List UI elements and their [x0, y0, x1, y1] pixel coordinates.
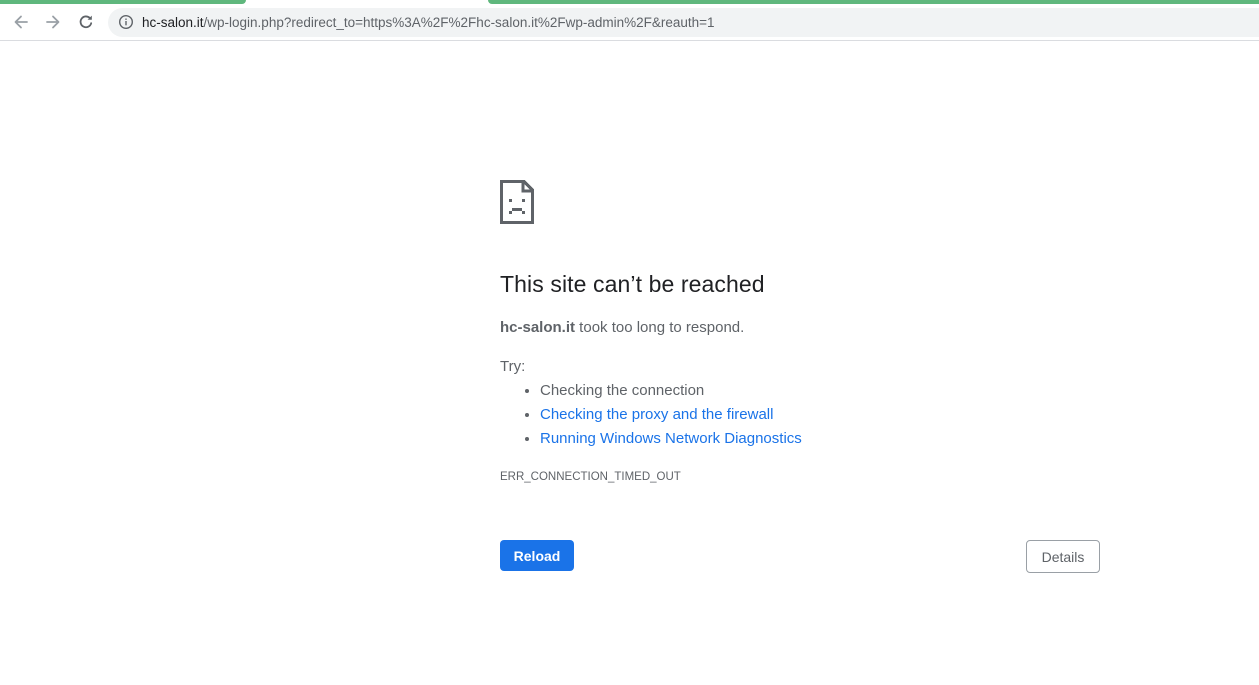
- url-path: /wp-login.php?redirect_to=https%3A%2F%2F…: [203, 15, 715, 30]
- info-icon[interactable]: [118, 14, 134, 30]
- reload-icon: [79, 15, 93, 29]
- url-host: hc-salon.it: [142, 15, 204, 30]
- address-bar[interactable]: hc-salon.it/wp-login.php?redirect_to=htt…: [108, 8, 1259, 37]
- back-button[interactable]: [8, 9, 34, 35]
- error-message: took too long to respond.: [575, 319, 745, 336]
- suggestion-check-connection: Checking the connection: [540, 382, 802, 406]
- url-text[interactable]: hc-salon.it/wp-login.php?redirect_to=htt…: [142, 14, 715, 31]
- reload-page-button[interactable]: [73, 9, 99, 35]
- suggestion-network-diagnostics-link[interactable]: Running Windows Network Diagnostics: [540, 430, 802, 454]
- browser-toolbar: hc-salon.it/wp-login.php?redirect_to=htt…: [0, 4, 1259, 41]
- forward-button[interactable]: [40, 9, 66, 35]
- sad-document-icon: [500, 180, 534, 224]
- error-host: hc-salon.it: [500, 319, 576, 336]
- try-label: Try:: [500, 358, 526, 375]
- arrow-left-icon: [14, 15, 28, 29]
- details-button[interactable]: Details: [1026, 540, 1100, 573]
- arrow-right-icon: [46, 15, 60, 29]
- error-code: ERR_CONNECTION_TIMED_OUT: [500, 471, 681, 483]
- reload-button[interactable]: Reload: [500, 540, 574, 571]
- suggestion-check-proxy-link[interactable]: Checking the proxy and the firewall: [540, 406, 802, 430]
- error-title: This site can’t be reached: [500, 271, 765, 297]
- suggestion-list: Checking the connection Checking the pro…: [540, 382, 802, 454]
- error-description: hc-salon.it took too long to respond.: [500, 319, 744, 336]
